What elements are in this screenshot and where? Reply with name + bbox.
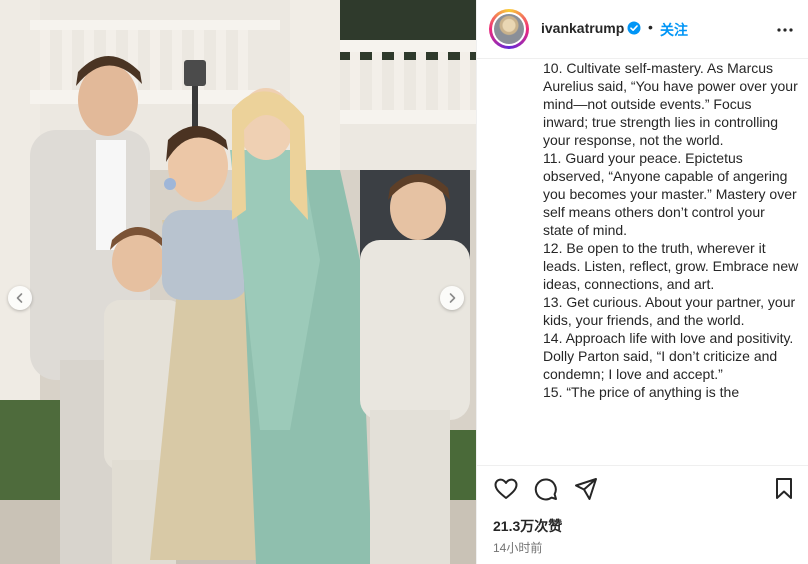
avatar[interactable] [489,9,529,49]
post-caption: 10. Cultivate self-mastery. As Marcus Au… [543,60,799,400]
avatar-image [494,14,524,44]
post-photo[interactable] [0,0,476,564]
post-details-panel: ivankatrump • 关注 10. Cultivate self-mast… [476,0,808,564]
heart-icon [494,478,518,499]
share-icon [575,478,597,500]
action-bar: 21.3万次赞 14小时前 [477,465,808,564]
likes-count[interactable]: 21.3万次赞 [493,516,562,536]
username-link[interactable]: ivankatrump [541,20,624,36]
follow-button[interactable]: 关注 [660,20,688,40]
post-timestamp[interactable]: 14小时前 [493,539,542,556]
bookmark-icon [776,478,792,499]
verified-badge-icon [627,21,641,35]
caption-scroll-area[interactable]: 10. Cultivate self-mastery. As Marcus Au… [477,59,808,465]
save-button[interactable] [771,476,797,502]
share-button[interactable] [573,476,599,502]
avatar-ring-gap [492,12,526,46]
comment-icon [534,478,557,501]
carousel-prev-button[interactable] [8,286,32,310]
chevron-right-icon [449,293,456,303]
separator-dot: • [648,19,653,35]
family-photo-illustration [0,0,476,564]
post-header: ivankatrump • 关注 [477,0,808,59]
chevron-left-icon [16,293,23,303]
carousel-next-button[interactable] [440,286,464,310]
comment-button[interactable] [533,476,559,502]
like-button[interactable] [493,476,519,502]
more-options-icon[interactable] [773,18,797,42]
